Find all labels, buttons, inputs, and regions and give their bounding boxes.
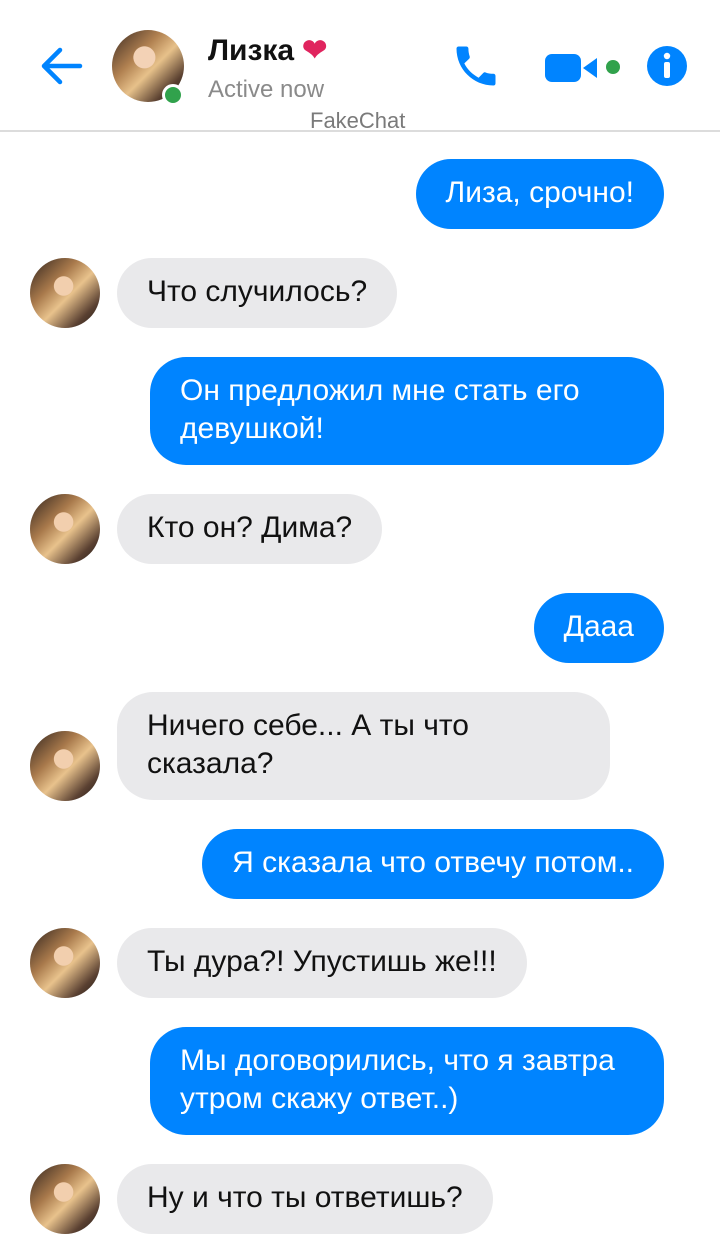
watermark-text: FakeChat — [310, 108, 406, 133]
incoming-message[interactable]: Кто он? Дима? — [117, 494, 383, 564]
active-status-text: Active now — [208, 76, 325, 103]
info-icon[interactable] — [646, 45, 688, 87]
contact-name: Лизка — [208, 34, 295, 67]
back-arrow-icon[interactable] — [40, 44, 84, 88]
heart-icon: ❤ — [302, 34, 328, 67]
video-status-dot — [606, 60, 620, 74]
sender-avatar — [30, 1164, 100, 1234]
incoming-message[interactable]: Что случилось? — [117, 258, 398, 328]
contact-avatar[interactable] — [112, 30, 184, 106]
outgoing-message[interactable]: Я сказала что отвечу потом.. — [202, 829, 664, 899]
incoming-message[interactable]: Ты дура?! Упустишь же!!! — [117, 928, 527, 998]
sender-avatar — [30, 928, 100, 998]
video-camera-icon[interactable] — [543, 48, 603, 88]
sender-avatar — [30, 731, 100, 801]
incoming-message[interactable]: Ничего себе... А ты что сказала? — [117, 692, 610, 800]
outgoing-message[interactable]: Дааа — [533, 593, 664, 663]
phone-icon[interactable] — [450, 40, 502, 92]
sender-avatar — [30, 494, 100, 564]
incoming-message[interactable]: Ну и что ты ответишь? — [117, 1164, 493, 1234]
contact-name-row[interactable]: Лизка ❤ — [208, 34, 327, 68]
outgoing-message[interactable]: Он предложил мне стать его девушкой! — [150, 357, 664, 465]
chat-header: Лизка ❤ Active now FakeChat — [0, 0, 720, 133]
online-status-indicator — [162, 84, 184, 106]
outgoing-message[interactable]: Лиза, срочно! — [415, 159, 664, 229]
sender-avatar — [30, 258, 100, 328]
outgoing-message[interactable]: Мы договорились, что я завтра утром скаж… — [150, 1027, 664, 1135]
